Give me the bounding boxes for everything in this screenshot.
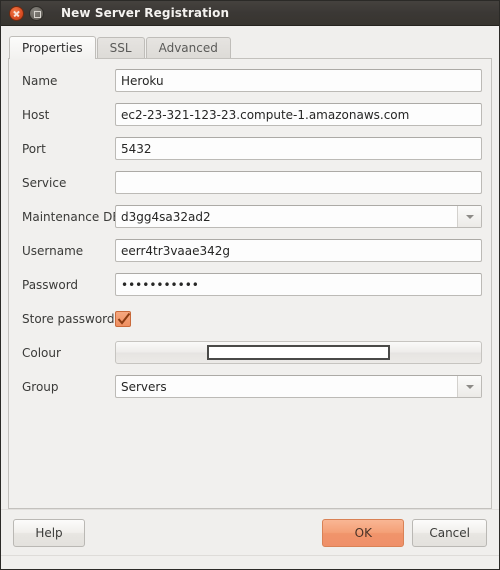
row-password: Password	[18, 273, 482, 296]
properties-tab-panel: Name Host Port Service	[8, 58, 492, 509]
colour-label: Colour	[22, 345, 61, 360]
row-service: Service	[18, 171, 482, 194]
help-button[interactable]: Help	[13, 518, 85, 547]
maintenance-db-field-wrap: d3gg4sa32ad2	[115, 205, 482, 228]
name-field-wrap	[115, 69, 482, 92]
host-input[interactable]	[115, 103, 482, 126]
tab-properties[interactable]: Properties	[9, 36, 96, 59]
dialog-body: Properties SSL Advanced Name Host Port	[1, 26, 499, 509]
store-password-checkbox[interactable]	[115, 310, 131, 327]
store-password-label: Store password	[22, 311, 115, 326]
row-username: Username	[18, 239, 482, 262]
service-field-wrap	[115, 171, 482, 194]
maintenance-db-value: d3gg4sa32ad2	[121, 209, 211, 224]
new-server-registration-dialog: New Server Registration Properties SSL A…	[0, 0, 500, 570]
chevron-down-icon[interactable]	[457, 376, 481, 397]
group-label: Group	[22, 379, 59, 394]
dialog-footer: Help OK Cancel	[1, 509, 499, 555]
statusbar	[1, 555, 499, 569]
tab-ssl[interactable]: SSL	[96, 37, 145, 58]
window-titlebar: New Server Registration	[1, 1, 499, 26]
close-icon[interactable]	[9, 5, 24, 21]
service-label: Service	[22, 175, 67, 190]
maximize-icon[interactable]	[29, 5, 44, 21]
password-input[interactable]	[115, 273, 482, 296]
username-input[interactable]	[115, 239, 482, 262]
host-field-wrap	[115, 103, 482, 126]
ok-button[interactable]: OK	[322, 518, 405, 547]
username-label: Username	[22, 243, 84, 258]
maintenance-db-label: Maintenance DB	[22, 209, 121, 224]
port-input[interactable]	[115, 137, 482, 160]
service-input[interactable]	[115, 171, 482, 194]
password-label: Password	[22, 277, 79, 292]
check-icon	[117, 312, 131, 325]
maintenance-db-combobox[interactable]: d3gg4sa32ad2	[115, 205, 482, 228]
port-field-wrap	[115, 137, 482, 160]
group-field-wrap: Servers	[115, 375, 482, 398]
window-title: New Server Registration	[61, 6, 230, 20]
group-combobox[interactable]: Servers	[115, 375, 482, 398]
row-group: Group Servers	[18, 375, 482, 398]
row-host: Host	[18, 103, 482, 126]
row-colour: Colour	[18, 341, 482, 364]
store-password-field-wrap	[115, 307, 482, 330]
row-maintenance-db: Maintenance DB d3gg4sa32ad2	[18, 205, 482, 228]
cancel-button[interactable]: Cancel	[412, 518, 487, 547]
name-label: Name	[22, 73, 58, 88]
group-value: Servers	[121, 379, 167, 394]
chevron-down-icon[interactable]	[457, 206, 481, 227]
colour-swatch[interactable]	[207, 345, 390, 360]
tab-advanced[interactable]: Advanced	[145, 37, 231, 58]
port-label: Port	[22, 141, 46, 156]
colour-field-wrap	[115, 341, 482, 364]
row-store-password: Store password	[18, 307, 482, 330]
tab-bar: Properties SSL Advanced	[8, 32, 492, 59]
host-label: Host	[22, 107, 50, 122]
row-name: Name	[18, 69, 482, 92]
password-field-wrap	[115, 273, 482, 296]
username-field-wrap	[115, 239, 482, 262]
name-input[interactable]	[115, 69, 482, 92]
row-port: Port	[18, 137, 482, 160]
colour-picker-button[interactable]	[115, 341, 482, 364]
